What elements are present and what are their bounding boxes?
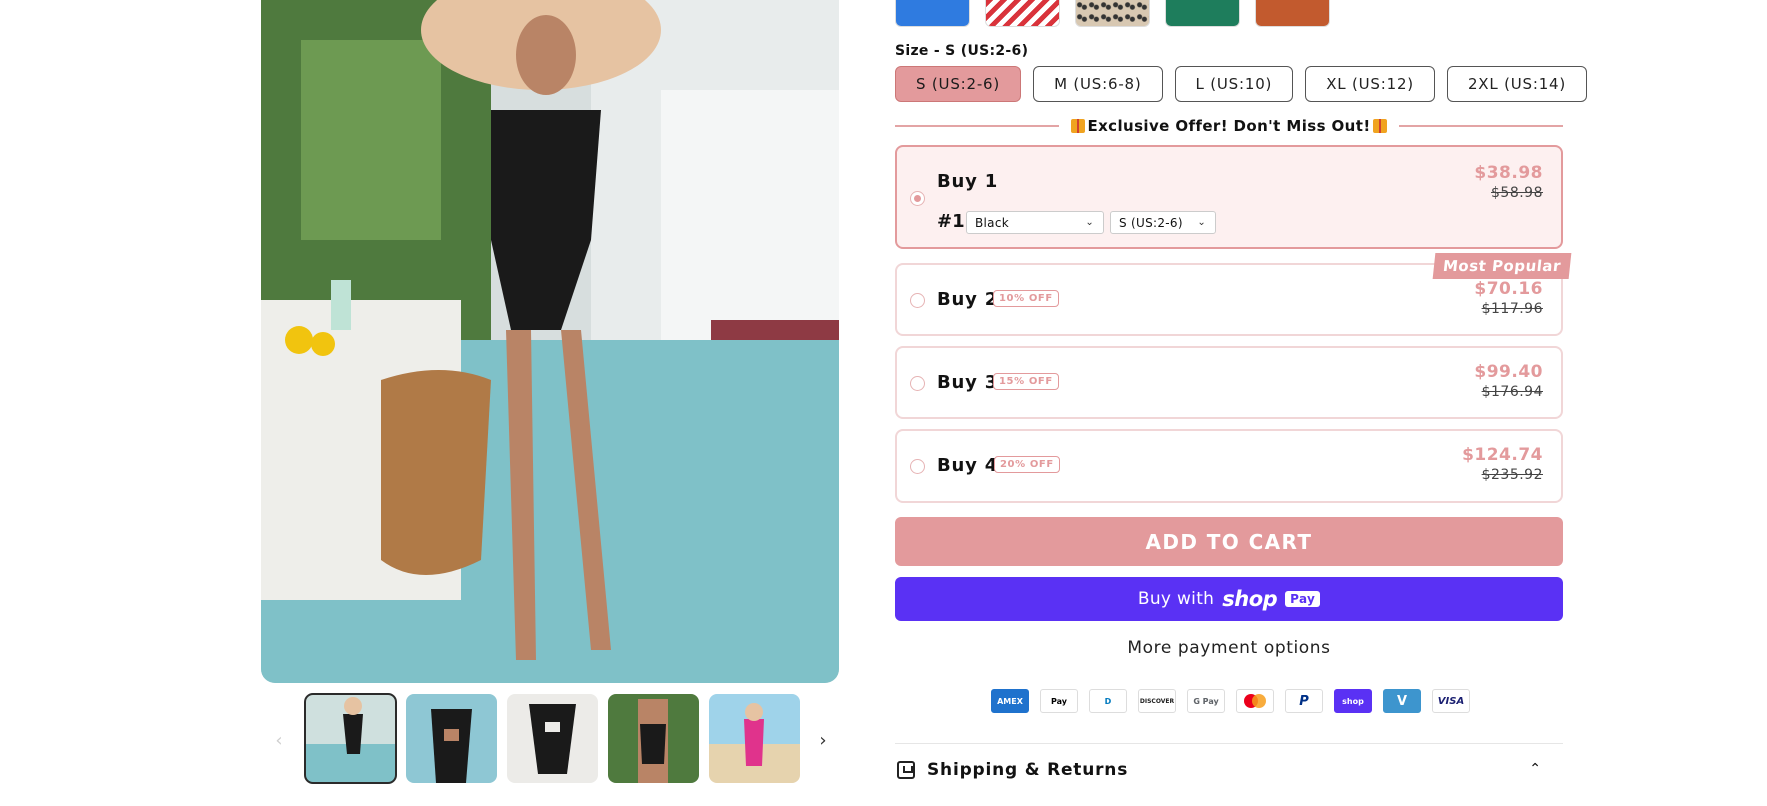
bundle-radio[interactable]: [910, 191, 925, 206]
chevron-left-icon: ‹: [275, 729, 283, 751]
divider-line: [1398, 125, 1563, 127]
bundle-option-4[interactable]: Buy 4 20% OFF $124.74 $235.92: [895, 429, 1563, 503]
size-select[interactable]: S (US:2-6) ⌄: [1110, 211, 1216, 234]
gift-icon: [1372, 119, 1387, 133]
thumbnail-strip: [304, 693, 800, 784]
exclusive-offer-banner: Exclusive Offer! Don't Miss Out!: [895, 114, 1563, 138]
bundle-original-price: $235.92: [1481, 467, 1543, 483]
bundle-option-3[interactable]: Buy 3 15% OFF $99.40 $176.94: [895, 346, 1563, 419]
shipping-returns-accordion[interactable]: Shipping & Returns ⌃: [895, 756, 1563, 784]
venmo-icon: V: [1383, 689, 1421, 713]
bundle-title: Buy 1: [937, 171, 999, 192]
thumbnail-5[interactable]: [709, 694, 800, 783]
thumbnail-2[interactable]: [406, 694, 497, 783]
color-swatches: [895, 0, 1330, 27]
color-select[interactable]: Black ⌄: [966, 211, 1104, 234]
swatch-leopard[interactable]: [1075, 0, 1150, 27]
bundle-sale-price: $70.16: [1474, 279, 1543, 299]
package-icon: [897, 761, 915, 779]
swatch-red-stripe[interactable]: [985, 0, 1060, 27]
add-to-cart-button[interactable]: ADD TO CART: [895, 517, 1563, 566]
offer-text: Exclusive Offer! Don't Miss Out!: [1059, 117, 1398, 135]
bundle-sale-price: $99.40: [1474, 362, 1543, 382]
thumbnail-3[interactable]: [507, 694, 598, 783]
bundle-price: $38.98 $58.98: [1474, 163, 1543, 201]
chevron-right-icon: ›: [819, 729, 827, 751]
more-payment-options-link[interactable]: More payment options: [895, 638, 1563, 658]
bundle-radio[interactable]: [910, 376, 925, 391]
thumbnail-next-button[interactable]: ›: [808, 725, 838, 755]
section-divider: [895, 743, 1563, 744]
paypal-icon: P: [1285, 689, 1323, 713]
bundle-radio[interactable]: [910, 459, 925, 474]
discount-badge: 15% OFF: [993, 373, 1059, 390]
shipping-returns-label: Shipping & Returns: [927, 760, 1129, 780]
bundle-price: $124.74 $235.92: [1462, 445, 1543, 483]
bundle-item-number: #1: [937, 211, 965, 232]
thumbnail-4[interactable]: [608, 694, 699, 783]
most-popular-tag: Most Popular: [1432, 253, 1572, 279]
diners-icon: D: [1089, 689, 1127, 713]
buy-with-shop-pay-button[interactable]: Buy with shop Pay: [895, 577, 1563, 621]
size-option-s[interactable]: S (US:2-6): [895, 66, 1022, 102]
size-label: Size - S (US:2-6): [895, 43, 1029, 59]
swatch-green[interactable]: [1165, 0, 1240, 27]
offer-label: Exclusive Offer! Don't Miss Out!: [1087, 117, 1371, 135]
amex-icon: AMEX: [991, 689, 1029, 713]
swatch-blue[interactable]: [895, 0, 970, 27]
size-option-m[interactable]: M (US:6-8): [1033, 66, 1163, 102]
visa-icon: VISA: [1432, 689, 1470, 713]
size-select-value: S (US:2-6): [1119, 215, 1183, 230]
bundle-price: $99.40 $176.94: [1474, 362, 1543, 400]
discount-badge: 10% OFF: [993, 290, 1059, 307]
size-option-2xl[interactable]: 2XL (US:14): [1446, 66, 1588, 102]
discover-icon: DISCOVER: [1138, 689, 1176, 713]
bundle-title: Buy 4: [937, 455, 999, 476]
bundle-radio[interactable]: [910, 293, 925, 308]
gift-icon: [1071, 119, 1086, 133]
apple-pay-icon: Pay: [1040, 689, 1078, 713]
thumbnail-1[interactable]: [304, 693, 397, 784]
discount-badge: 20% OFF: [994, 456, 1060, 473]
shop-pay-icon: shop: [1334, 689, 1372, 713]
shop-pay-logo: shop: [1222, 587, 1278, 611]
product-photo: [261, 0, 839, 683]
bundle-option-1[interactable]: Buy 1 $38.98 $58.98 #1 Black ⌄ S (US:2-6…: [895, 145, 1563, 249]
bundle-original-price: $176.94: [1481, 384, 1543, 400]
mastercard-icon: [1236, 689, 1274, 713]
payment-icons: AMEX Pay D DISCOVER G Pay P shop V VISA: [991, 689, 1470, 713]
swatch-rust[interactable]: [1255, 0, 1330, 27]
chevron-up-icon: ⌃: [1529, 761, 1541, 777]
divider-line: [895, 125, 1060, 127]
bundle-title: Buy 2: [937, 289, 999, 310]
color-select-value: Black: [975, 215, 1009, 230]
size-option-l[interactable]: L (US:10): [1174, 66, 1294, 102]
chevron-down-icon: ⌄: [1085, 217, 1094, 228]
bundle-original-price: $58.98: [1491, 185, 1543, 201]
main-product-image[interactable]: [261, 0, 839, 683]
bundle-title: Buy 3: [937, 372, 999, 393]
size-option-xl[interactable]: XL (US:12): [1305, 66, 1435, 102]
bundle-price: $70.16 $117.96: [1474, 279, 1543, 317]
shop-pay-badge: Pay: [1285, 591, 1321, 607]
bundle-original-price: $117.96: [1481, 301, 1543, 317]
buy-with-label: Buy with: [1137, 589, 1215, 609]
product-page: ‹ › Size - S (US:2-6) S (US:2-6) M (US:6…: [0, 0, 1767, 806]
google-pay-icon: G Pay: [1187, 689, 1225, 713]
bundle-sale-price: $38.98: [1474, 163, 1543, 183]
thumbnail-prev-button[interactable]: ‹: [264, 725, 294, 755]
chevron-down-icon: ⌄: [1197, 217, 1206, 228]
size-options: S (US:2-6) M (US:6-8) L (US:10) XL (US:1…: [895, 66, 1588, 102]
bundle-sale-price: $124.74: [1462, 445, 1543, 465]
